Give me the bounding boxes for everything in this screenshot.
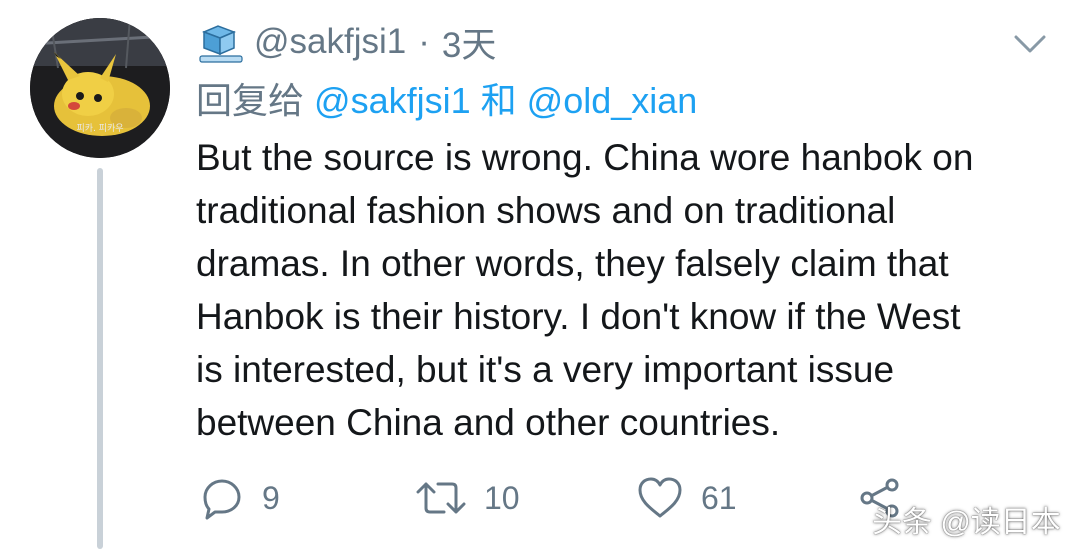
like-count: 61 <box>701 479 737 516</box>
chevron-down-icon[interactable] <box>1010 28 1050 58</box>
watermark: 头条 @读日本 <box>872 506 1061 539</box>
mention-link[interactable]: @old_xian <box>527 80 698 121</box>
thread-line <box>97 168 103 549</box>
mention-link[interactable]: @sakfjsi1 <box>314 80 471 121</box>
like-icon <box>638 477 682 518</box>
reply-context: 回复给 @sakfjsi1 和 @old_xian <box>196 72 697 124</box>
tweet-text-line: dramas. In other words, they falsely cla… <box>196 243 949 284</box>
timestamp[interactable]: 3天 <box>442 17 496 68</box>
tweet-text-line: is interested, but it's a very important… <box>196 349 895 390</box>
tweet-text: But the source is wrong. China wore hanb… <box>196 131 1066 449</box>
reply-prefix: 回复给 <box>196 80 305 121</box>
retweet-icon <box>416 482 466 514</box>
tweet-text-line: But the source is wrong. China wore hanb… <box>196 137 974 178</box>
reply-count: 9 <box>262 479 280 516</box>
tweet-text-line: traditional fashion shows and on traditi… <box>196 190 896 231</box>
like-button[interactable]: 61 <box>637 474 737 522</box>
avatar-image: 피카. 피카우 <box>30 18 170 158</box>
tweet-text-line: between China and other countries. <box>196 402 781 443</box>
reply-button[interactable]: 9 <box>200 474 280 522</box>
separator-dot: · <box>418 22 430 61</box>
avatar[interactable]: 피카. 피카우 <box>30 18 170 158</box>
username[interactable]: @sakfjsi1 <box>254 22 406 62</box>
retweet-count: 10 <box>484 479 520 516</box>
avatar-caption: 피카. 피카우 <box>76 123 123 134</box>
tweet-header: @sakfjsi1 · 3天 <box>198 18 496 66</box>
tweet-text-line: Hanbok is their history. I don't know if… <box>196 296 961 337</box>
retweet-button[interactable]: 10 <box>416 474 520 522</box>
reply-icon <box>203 479 241 520</box>
user-icon <box>198 20 244 64</box>
reply-conjunction: 和 <box>480 80 517 121</box>
